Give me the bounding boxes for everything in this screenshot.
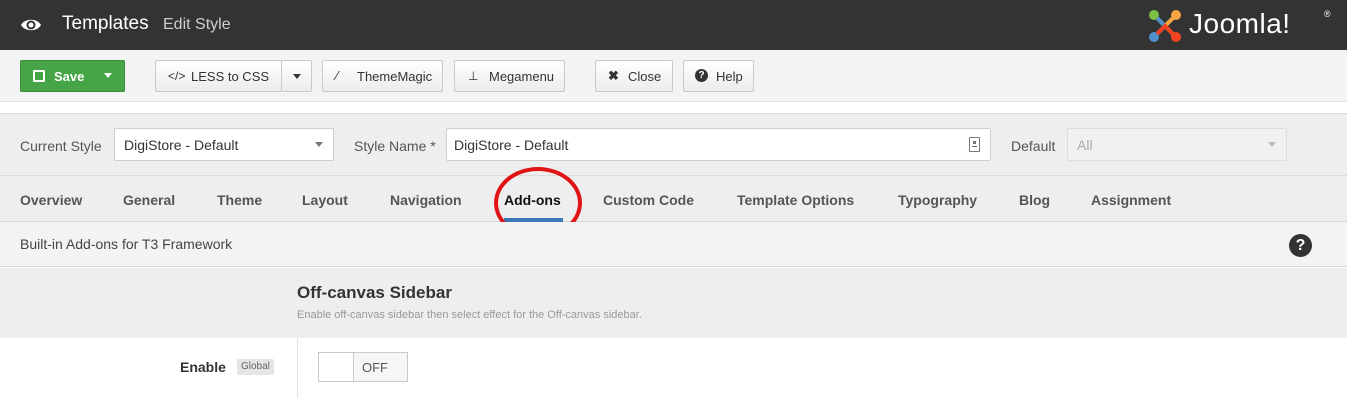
thememagic-label: ThemeMagic	[357, 69, 433, 84]
help-glyph: ?	[1295, 236, 1306, 254]
id-card-icon	[969, 137, 980, 152]
tab-overview[interactable]: Overview	[20, 192, 82, 208]
megamenu-button[interactable]: ⊥ Megamenu	[454, 60, 565, 92]
less-dropdown-toggle[interactable]	[281, 60, 312, 92]
app-header: Templates Edit Style Joomla! ®	[0, 0, 1347, 50]
save-label: Save	[54, 69, 85, 84]
magic-wand-icon: ⁄	[336, 68, 339, 83]
joomla-logo-icon	[1149, 10, 1181, 42]
toggle-state: OFF	[362, 360, 388, 375]
toggle-knob	[319, 353, 354, 381]
default-value: All	[1077, 136, 1093, 153]
page-subtitle: Edit Style	[163, 16, 231, 33]
section-description: Enable off-canvas sidebar then select ef…	[297, 309, 642, 321]
tab-template-options[interactable]: Template Options	[737, 192, 854, 208]
spacer	[0, 103, 1347, 113]
section-title: Off-canvas Sidebar	[297, 283, 452, 302]
chevron-down-icon	[1268, 142, 1276, 147]
chevron-down-icon	[315, 142, 323, 147]
code-icon: </>	[168, 69, 186, 83]
help-circle-icon[interactable]: ?	[1289, 234, 1312, 257]
less-to-css-label: LESS to CSS	[191, 69, 270, 84]
chevron-down-icon	[292, 73, 301, 79]
tab-typography[interactable]: Typography	[898, 192, 977, 208]
save-button[interactable]: Save	[20, 60, 125, 92]
default-label: Default	[1011, 138, 1056, 154]
style-name-input[interactable]: DigiStore - Default	[446, 128, 991, 161]
enable-option-row: Enable Global OFF	[0, 338, 1347, 398]
eye-icon	[21, 19, 41, 31]
registered-mark: ®	[1324, 9, 1331, 19]
tab-general[interactable]: General	[123, 192, 175, 208]
enable-label: Enable	[180, 359, 226, 375]
style-name-value: DigiStore - Default	[454, 136, 569, 153]
tab-custom-code[interactable]: Custom Code	[603, 192, 694, 208]
megamenu-label: Megamenu	[489, 69, 555, 84]
addons-info-text: Built-in Add-ons for T3 Framework	[20, 236, 233, 252]
tab-layout[interactable]: Layout	[302, 192, 348, 208]
style-name-label: Style Name *	[354, 138, 436, 154]
question-icon: ?	[695, 69, 708, 82]
save-icon	[33, 70, 45, 82]
global-badge: Global	[237, 359, 274, 375]
thememagic-button[interactable]: ⁄ ThemeMagic	[322, 60, 443, 92]
offcanvas-section-header: Off-canvas Sidebar Enable off-canvas sid…	[0, 268, 1347, 338]
page-title: Templates	[62, 13, 149, 34]
tab-blog[interactable]: Blog	[1019, 192, 1050, 208]
divider	[297, 338, 298, 398]
sitemap-icon: ⊥	[468, 69, 479, 83]
style-settings-row: Current Style DigiStore - Default Style …	[0, 113, 1347, 175]
joomla-brand-text: Joomla!	[1189, 8, 1291, 39]
current-style-label: Current Style	[20, 138, 102, 154]
enable-toggle[interactable]: OFF	[318, 352, 408, 382]
current-style-select[interactable]: DigiStore - Default	[114, 128, 334, 161]
less-to-css-button[interactable]: </> LESS to CSS	[155, 60, 282, 92]
help-label: Help	[716, 69, 743, 84]
help-button[interactable]: ? Help	[683, 60, 754, 92]
tab-navigation[interactable]: Navigation	[390, 192, 462, 208]
settings-tabs: Overview General Theme Layout Navigation…	[0, 175, 1347, 222]
current-style-value: DigiStore - Default	[124, 136, 239, 153]
chevron-down-icon[interactable]	[104, 73, 112, 78]
close-label: Close	[628, 69, 662, 84]
addons-info-bar: Built-in Add-ons for T3 Framework ?	[0, 222, 1347, 267]
tab-assignment[interactable]: Assignment	[1091, 192, 1171, 208]
close-button[interactable]: ✖ Close	[595, 60, 673, 92]
close-icon: ✖	[608, 68, 619, 83]
default-select: All	[1067, 128, 1287, 161]
tab-theme[interactable]: Theme	[217, 192, 262, 208]
toolbar: Save </> LESS to CSS ⁄ ThemeMagic ⊥ Mega…	[0, 50, 1347, 102]
